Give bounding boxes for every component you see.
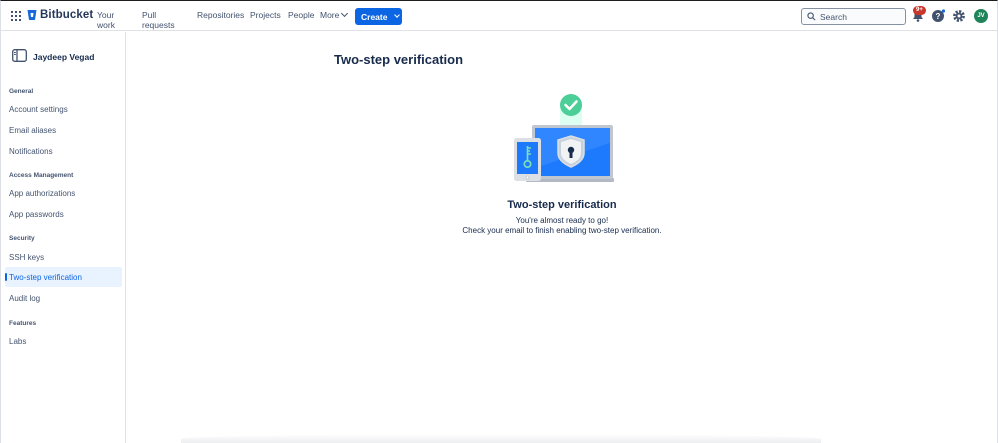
sidebar-item-notifications[interactable]: Notifications bbox=[9, 147, 53, 156]
sidebar-item-email-aliases[interactable]: Email aliases bbox=[9, 126, 56, 135]
sidebar-item-app-authorizations[interactable]: App authorizations bbox=[9, 189, 75, 198]
sidebar-item-account-settings[interactable]: Account settings bbox=[9, 105, 68, 114]
app-switcher-icon[interactable] bbox=[11, 11, 21, 21]
sidebar-user: Jaydeep Vegad bbox=[12, 49, 94, 62]
sidebar-item-app-passwords[interactable]: App passwords bbox=[9, 210, 64, 219]
sidebar-heading-features: Features bbox=[9, 320, 37, 327]
bitbucket-logo-icon bbox=[27, 10, 37, 20]
sidebar-item-audit-log[interactable]: Audit log bbox=[9, 294, 40, 303]
page-title: Two-step verification bbox=[334, 52, 464, 67]
sidebar-item-two-step-verification[interactable]: Two-step verification bbox=[9, 273, 82, 282]
notification-badge: 9+ bbox=[913, 6, 926, 15]
nav-projects[interactable]: Projects bbox=[250, 10, 281, 20]
svg-text:?: ? bbox=[936, 12, 941, 21]
search-input[interactable]: Search bbox=[801, 8, 906, 25]
sidebar: Jaydeep Vegad General Account settings E… bbox=[1, 32, 126, 443]
nav-repositories[interactable]: Repositories bbox=[197, 10, 244, 20]
sidebar-item-labs[interactable]: Labs bbox=[9, 337, 26, 346]
nav-more-label: More bbox=[320, 10, 340, 20]
bitbucket-logo[interactable]: Bitbucket bbox=[27, 9, 93, 21]
create-button[interactable]: Create bbox=[355, 8, 402, 25]
gear-icon[interactable] bbox=[952, 8, 966, 24]
brand-name: Bitbucket bbox=[40, 9, 94, 21]
top-navigation: Bitbucket Your work Pull requests Reposi… bbox=[1, 1, 997, 31]
search-placeholder: Search bbox=[820, 11, 847, 22]
sidebar-heading-security: Security bbox=[9, 235, 35, 242]
help-icon[interactable]: ? bbox=[931, 8, 945, 24]
sidebar-panel-icon[interactable] bbox=[12, 49, 27, 62]
avatar[interactable]: JV bbox=[974, 9, 988, 23]
confirmation-text-ready: You're almost ready to go! bbox=[515, 216, 609, 225]
nav-people[interactable]: People bbox=[288, 10, 314, 20]
two-step-verification-illustration bbox=[514, 94, 614, 182]
nav-your-work[interactable]: Your work bbox=[97, 10, 115, 30]
search-icon bbox=[807, 12, 816, 21]
bottom-shadow bbox=[181, 434, 821, 443]
chevron-down-icon bbox=[394, 11, 401, 18]
sidebar-heading-access-management: Access Management bbox=[9, 172, 74, 179]
nav-pull-requests[interactable]: Pull requests bbox=[142, 10, 175, 30]
create-button-label: Create bbox=[361, 11, 388, 22]
nav-more[interactable]: More bbox=[320, 9, 349, 20]
confirmation-heading: Two-step verification bbox=[507, 199, 617, 211]
sidebar-item-ssh-keys[interactable]: SSH keys bbox=[9, 253, 44, 262]
avatar-initials: JV bbox=[977, 13, 985, 19]
sidebar-heading-general: General bbox=[9, 88, 34, 95]
chevron-down-icon bbox=[341, 9, 349, 18]
sidebar-active-indicator bbox=[5, 273, 7, 281]
confirmation-text-email: Check your email to finish enabling two-… bbox=[462, 226, 662, 235]
sidebar-user-name: Jaydeep Vegad bbox=[33, 51, 95, 62]
app-window: Bitbucket Your work Pull requests Reposi… bbox=[0, 0, 998, 443]
